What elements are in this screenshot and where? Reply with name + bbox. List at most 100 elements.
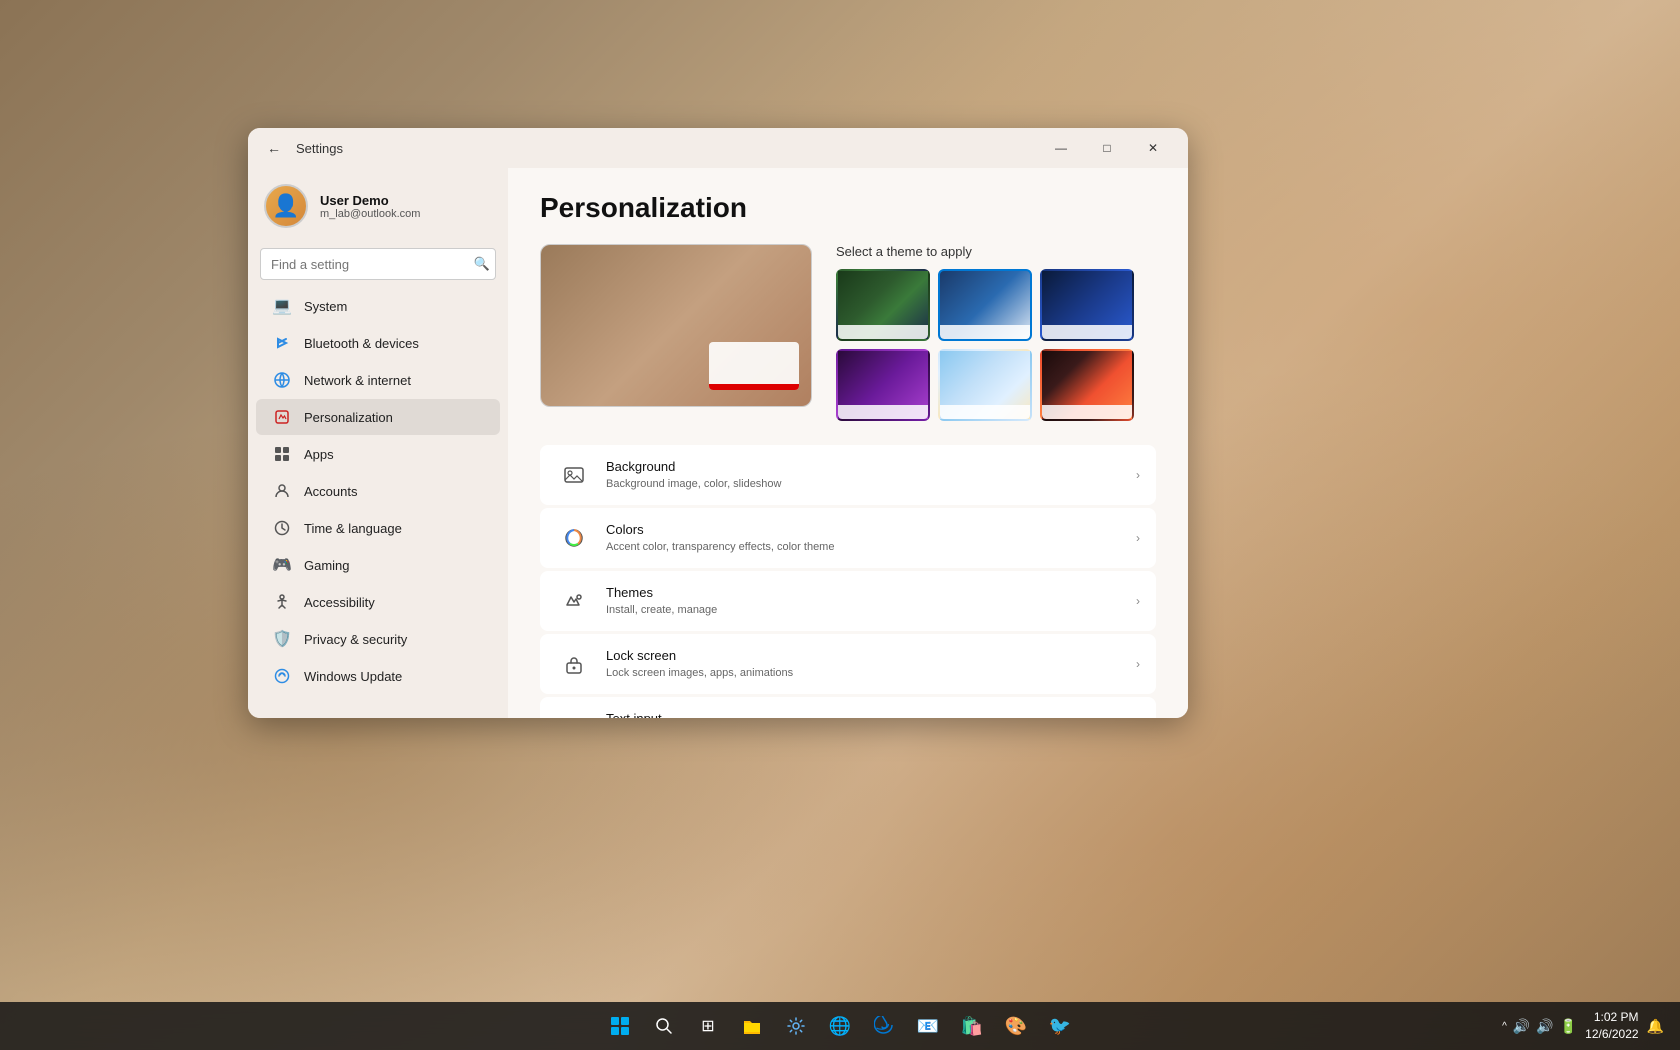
sidebar-label-bluetooth: Bluetooth & devices — [304, 336, 419, 351]
settings-taskbar-button[interactable] — [776, 1006, 816, 1046]
settings-item-themes[interactable]: Themes Install, create, manage › — [540, 571, 1156, 631]
minimize-button[interactable]: — — [1038, 132, 1084, 164]
search-taskbar-button[interactable] — [644, 1006, 684, 1046]
colors-icon — [556, 520, 592, 556]
sidebar-label-update: Windows Update — [304, 669, 402, 684]
accessibility-icon — [272, 592, 292, 612]
theme-option-3[interactable] — [1040, 269, 1134, 341]
title-bar-left: ← Settings — [260, 134, 343, 162]
start-button[interactable] — [600, 1006, 640, 1046]
colors-desc: Accent color, transparency effects, colo… — [606, 540, 1128, 554]
theme-option-5[interactable] — [938, 349, 1032, 421]
lock-screen-desc: Lock screen images, apps, animations — [606, 666, 1128, 680]
theme-option-2[interactable] — [938, 269, 1032, 341]
sidebar-item-time[interactable]: Time & language — [256, 510, 500, 546]
theme-select-area: Select a theme to apply — [836, 244, 1156, 421]
sidebar-item-update[interactable]: Windows Update — [256, 658, 500, 694]
file-explorer-button[interactable] — [732, 1006, 772, 1046]
theme-row: Select a theme to apply — [540, 244, 1156, 421]
network-icon — [272, 370, 292, 390]
update-icon — [272, 666, 292, 686]
desktop: ← Settings — □ ✕ 👤 User Demo m_lab@outlo… — [0, 0, 1680, 1050]
taskbar-time[interactable]: 1:02 PM 12/6/2022 — [1585, 1009, 1638, 1043]
user-profile[interactable]: 👤 User Demo m_lab@outlook.com — [248, 176, 508, 244]
sidebar-item-accessibility[interactable]: Accessibility — [256, 584, 500, 620]
title-bar: ← Settings — □ ✕ — [248, 128, 1188, 168]
text-input-icon — [556, 709, 592, 718]
lock-screen-icon — [556, 646, 592, 682]
apps-icon — [272, 444, 292, 464]
close-button[interactable]: ✕ — [1130, 132, 1176, 164]
sidebar-item-accounts[interactable]: Accounts — [256, 473, 500, 509]
page-title: Personalization — [540, 192, 1156, 224]
background-icon — [556, 457, 592, 493]
time-icon — [272, 518, 292, 538]
background-text: Background Background image, color, slid… — [606, 459, 1128, 491]
settings-list: Background Background image, color, slid… — [540, 445, 1156, 718]
taskview-button[interactable]: ⊞ — [688, 1006, 728, 1046]
sidebar-item-privacy[interactable]: 🛡️ Privacy & security — [256, 621, 500, 657]
store-button[interactable]: 🛍️ — [952, 1006, 992, 1046]
sidebar-item-network[interactable]: Network & internet — [256, 362, 500, 398]
sidebar-label-privacy: Privacy & security — [304, 632, 407, 647]
sidebar-item-apps[interactable]: Apps — [256, 436, 500, 472]
lock-screen-title: Lock screen — [606, 648, 1128, 665]
theme-preview — [540, 244, 812, 407]
notification-button[interactable]: 🔔 — [1647, 1018, 1664, 1035]
theme-option-6[interactable] — [1040, 349, 1134, 421]
privacy-icon: 🛡️ — [272, 629, 292, 649]
tray-arrow[interactable]: ^ — [1502, 1021, 1507, 1032]
text-input-title: Text input — [606, 711, 1128, 718]
settings-item-text-input[interactable]: Text input Touch keyboard, voice typing,… — [540, 697, 1156, 718]
sidebar-label-time: Time & language — [304, 521, 402, 536]
network-tray-icon[interactable]: 🔊 — [1513, 1018, 1530, 1035]
sidebar: 👤 User Demo m_lab@outlook.com 🔍 💻 Syste — [248, 168, 508, 718]
preview-taskbar — [709, 342, 799, 390]
taskbar: ⊞ 🌐 📧 🛍️ 🎨 — [0, 1002, 1680, 1050]
window-body: 👤 User Demo m_lab@outlook.com 🔍 💻 Syste — [248, 168, 1188, 718]
theme-option-4[interactable] — [836, 349, 930, 421]
theme-option-1[interactable] — [836, 269, 930, 341]
browser-button[interactable]: 🌐 — [820, 1006, 860, 1046]
taskbar-tray: ^ 🔊 🔊 🔋 — [1502, 1018, 1577, 1035]
taskbar-right: ^ 🔊 🔊 🔋 1:02 PM 12/6/2022 🔔 — [1502, 1009, 1680, 1043]
preview-screen — [540, 244, 812, 407]
paint-button[interactable]: 🎨 — [996, 1006, 1036, 1046]
sidebar-item-personalization[interactable]: Personalization — [256, 399, 500, 435]
window-title: Settings — [296, 141, 343, 156]
search-button[interactable]: 🔍 — [474, 256, 490, 272]
accounts-icon — [272, 481, 292, 501]
date-display: 12/6/2022 — [1585, 1026, 1638, 1043]
taskbar-center: ⊞ 🌐 📧 🛍️ 🎨 — [600, 1006, 1080, 1046]
theme-select-label: Select a theme to apply — [836, 244, 1156, 259]
personalization-icon — [272, 407, 292, 427]
sidebar-nav: 💻 System Bluetooth & devices — [248, 288, 508, 694]
maximize-button[interactable]: □ — [1084, 132, 1130, 164]
sidebar-item-bluetooth[interactable]: Bluetooth & devices — [256, 325, 500, 361]
background-chevron: › — [1136, 468, 1140, 482]
text-input-text: Text input Touch keyboard, voice typing,… — [606, 711, 1128, 718]
colors-title: Colors — [606, 522, 1128, 539]
back-button[interactable]: ← — [260, 134, 288, 162]
battery-tray-icon[interactable]: 🔋 — [1560, 1018, 1577, 1035]
settings-item-background[interactable]: Background Background image, color, slid… — [540, 445, 1156, 505]
sidebar-label-system: System — [304, 299, 347, 314]
settings-item-colors[interactable]: Colors Accent color, transparency effect… — [540, 508, 1156, 568]
sidebar-label-network: Network & internet — [304, 373, 411, 388]
theme-grid — [836, 269, 1156, 421]
window-controls: — □ ✕ — [1038, 132, 1176, 164]
themes-text: Themes Install, create, manage — [606, 585, 1128, 617]
settings-item-lock-screen[interactable]: Lock screen Lock screen images, apps, an… — [540, 634, 1156, 694]
colors-chevron: › — [1136, 531, 1140, 545]
edge-button[interactable] — [864, 1006, 904, 1046]
twitter-button[interactable]: 🐦 — [1040, 1006, 1080, 1046]
lock-screen-chevron: › — [1136, 657, 1140, 671]
mail-button[interactable]: 📧 — [908, 1006, 948, 1046]
user-name: User Demo — [320, 193, 420, 208]
sidebar-item-gaming[interactable]: 🎮 Gaming — [256, 547, 500, 583]
sidebar-label-accounts: Accounts — [304, 484, 357, 499]
sidebar-item-system[interactable]: 💻 System — [256, 288, 500, 324]
colors-text: Colors Accent color, transparency effect… — [606, 522, 1128, 554]
search-input[interactable] — [260, 248, 496, 280]
volume-tray-icon[interactable]: 🔊 — [1536, 1018, 1553, 1035]
